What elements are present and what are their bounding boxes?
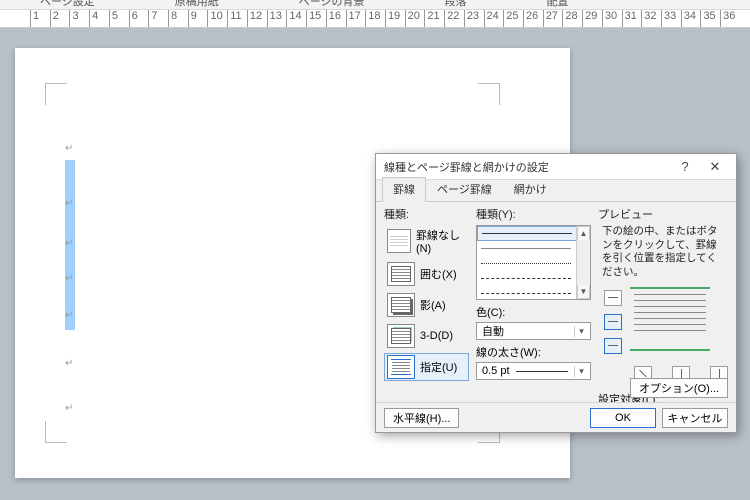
width-sample-line — [516, 371, 568, 372]
chevron-down-icon: ▾ — [574, 366, 588, 377]
setting-box-icon — [387, 262, 415, 286]
line-style-option[interactable] — [477, 286, 590, 300]
ribbon-group: ページ設定 — [40, 0, 95, 9]
width-value: 0.5 pt — [482, 365, 510, 377]
tab-shading[interactable]: 網かけ — [503, 177, 558, 202]
setting-label: 種類: — [384, 206, 469, 222]
options-button[interactable]: オプション(O)... — [630, 378, 728, 398]
color-select[interactable]: 自動 ▾ — [476, 322, 591, 340]
ribbon: ページ設定 原稿用紙 ページの背景 段落 配置 — [0, 0, 750, 10]
chevron-down-icon: ▾ — [574, 326, 588, 337]
paragraph-mark: ↵ — [65, 273, 73, 284]
line-style-list[interactable]: ▲▼ — [476, 225, 591, 300]
dialog-footer: 水平線(H)... OK キャンセル — [376, 402, 736, 432]
line-style-option[interactable] — [477, 226, 590, 241]
setting-3d-label: 3-D(D) — [420, 330, 453, 342]
ribbon-group: ページの背景 — [299, 0, 365, 9]
scrollbar[interactable]: ▲▼ — [576, 226, 590, 299]
ruler[interactable]: 1234567891011121314151617181920212223242… — [0, 10, 750, 28]
horizontal-line-button[interactable]: 水平線(H)... — [384, 408, 459, 428]
margin-corner — [45, 83, 67, 105]
margin-corner — [478, 83, 500, 105]
ribbon-group: 段落 — [445, 0, 467, 9]
setting-custom-icon — [387, 355, 415, 379]
cancel-button[interactable]: キャンセル — [662, 408, 728, 428]
tab-page-border[interactable]: ページ罫線 — [426, 177, 503, 202]
paragraph-mark: ↵ — [65, 403, 73, 414]
line-style-option[interactable] — [477, 271, 590, 286]
close-button[interactable]: ✕ — [700, 156, 730, 178]
setting-shadow-label: 影(A) — [420, 297, 446, 313]
setting-shadow-icon — [387, 293, 415, 317]
ribbon-group: 原稿用紙 — [175, 0, 219, 9]
tab-borders[interactable]: 罫線 — [382, 177, 426, 202]
dialog-tabs: 罫線 ページ罫線 網かけ — [376, 180, 736, 202]
preview-area — [598, 284, 728, 389]
help-button[interactable]: ? — [670, 156, 700, 178]
setting-3d[interactable]: 3-D(D) — [384, 322, 469, 350]
setting-none-label: 罫線なし(N) — [416, 227, 466, 255]
preview-page[interactable] — [630, 287, 710, 351]
color-value: 自動 — [482, 323, 504, 339]
width-select[interactable]: 0.5 pt ▾ — [476, 362, 591, 380]
setting-shadow[interactable]: 影(A) — [384, 291, 469, 319]
border-bottom-button[interactable] — [604, 338, 622, 354]
paragraph-mark: ↵ — [65, 358, 73, 369]
margin-corner — [45, 421, 67, 443]
width-label: 線の太さ(W): — [476, 344, 591, 360]
setting-box-label: 囲む(X) — [420, 266, 457, 282]
setting-none[interactable]: 罫線なし(N) — [384, 225, 469, 257]
ribbon-group: 配置 — [547, 0, 569, 9]
border-middle-button[interactable] — [604, 314, 622, 330]
preview-label: プレビュー — [598, 206, 728, 222]
line-style-option[interactable] — [477, 241, 590, 256]
line-style-option[interactable] — [477, 256, 590, 271]
paragraph-mark: ↵ — [65, 310, 73, 321]
workspace: ↵ ↵ ↵ ↵ ↵ ↵ ↵ 線種とページ罫線と網かけの設定 ? ✕ 罫線 ページ… — [0, 28, 750, 500]
setting-custom[interactable]: 指定(U) — [384, 353, 469, 381]
borders-shading-dialog: 線種とページ罫線と網かけの設定 ? ✕ 罫線 ページ罫線 網かけ 種類: 罫線な… — [375, 153, 737, 433]
paragraph-mark: ↵ — [65, 238, 73, 249]
dialog-title: 線種とページ罫線と網かけの設定 — [382, 159, 670, 175]
setting-3d-icon — [387, 324, 415, 348]
paragraph-mark: ↵ — [65, 198, 73, 209]
setting-custom-label: 指定(U) — [420, 359, 457, 375]
setting-box[interactable]: 囲む(X) — [384, 260, 469, 288]
scroll-down-icon[interactable]: ▼ — [577, 285, 590, 299]
line-style-label: 種類(Y): — [476, 206, 591, 222]
border-top-button[interactable] — [604, 290, 622, 306]
scroll-up-icon[interactable]: ▲ — [577, 226, 590, 240]
paragraph-mark: ↵ — [65, 143, 73, 154]
setting-none-icon — [387, 229, 411, 253]
color-label: 色(C): — [476, 304, 591, 320]
ok-button[interactable]: OK — [590, 408, 656, 428]
preview-hint: 下の絵の中、またはボタンをクリックして、罫線を引く位置を指定してください。 — [598, 225, 728, 284]
